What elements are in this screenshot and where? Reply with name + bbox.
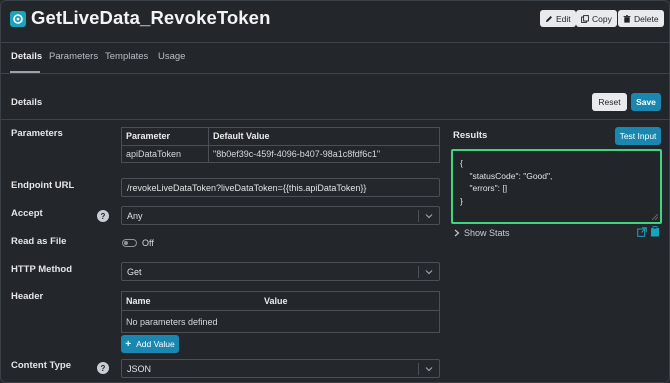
external-link-icon[interactable] — [637, 227, 647, 237]
clipboard-icon[interactable] — [650, 226, 660, 237]
page-title: GetLiveData_RevokeToken — [31, 7, 271, 28]
results-output[interactable]: { "statusCode": "Good", "errors": [] } — [451, 149, 662, 224]
api-icon — [10, 11, 26, 27]
read-as-file-toggle[interactable] — [122, 239, 137, 247]
delete-button-label: Delete — [634, 13, 659, 24]
result-line: "statusCode": "Good", — [460, 170, 553, 181]
table-divider — [122, 145, 439, 146]
select-divider — [418, 210, 419, 222]
show-stats-label: Show Stats — [464, 228, 510, 238]
value-column-header: Value — [264, 296, 288, 306]
chevron-right-icon — [454, 229, 460, 237]
parameters-table: Parameter Default Value apiDataToken "8b… — [121, 127, 440, 163]
http-method-select[interactable]: Get — [121, 262, 440, 281]
chevron-down-icon — [425, 367, 433, 372]
chevron-down-icon — [425, 270, 433, 275]
result-line: { — [460, 158, 463, 168]
select-divider — [418, 363, 419, 375]
empty-table-message: No parameters defined — [126, 317, 218, 327]
default-value-column-header: Default Value — [213, 131, 270, 141]
plus-icon: + — [125, 338, 132, 350]
http-method-label: HTTP Method — [11, 264, 73, 275]
save-button[interactable]: Save — [631, 93, 661, 111]
delete-button[interactable]: Delete — [618, 10, 664, 27]
content-type-label: Content Type — [11, 360, 71, 371]
trash-icon — [623, 14, 631, 23]
pencil-icon — [546, 15, 552, 22]
tab-details[interactable]: Details — [11, 51, 42, 62]
tab-usage[interactable]: Usage — [158, 51, 185, 62]
header-bar: GetLiveData_RevokeToken Edit Copy Delete — [1, 1, 669, 43]
content-type-select[interactable]: JSON — [121, 359, 440, 378]
select-divider — [418, 266, 419, 278]
add-value-label: Add Value — [136, 339, 175, 349]
table-column-divider — [208, 128, 209, 162]
copy-button[interactable]: Copy — [576, 10, 617, 27]
edit-button-label: Edit — [556, 13, 571, 24]
help-icon[interactable]: ? — [97, 210, 109, 222]
toggle-knob — [124, 241, 128, 245]
copy-button-label: Copy — [592, 13, 612, 24]
test-input-button[interactable]: Test Input — [615, 127, 661, 145]
details-title: Details — [11, 97, 43, 108]
parameters-label: Parameters — [11, 128, 63, 139]
accept-value: Any — [127, 210, 143, 221]
edit-button[interactable]: Edit — [540, 10, 576, 27]
table-divider — [122, 310, 439, 311]
add-value-button[interactable]: + Add Value — [121, 335, 179, 353]
parameter-name-cell[interactable]: apiDataToken — [126, 149, 181, 159]
read-as-file-label: Read as File — [11, 236, 67, 247]
reset-button[interactable]: Reset — [592, 93, 627, 111]
results-label: Results — [453, 130, 488, 141]
endpoint-url-input[interactable]: /revokeLiveDataToken?liveDataToken={{thi… — [121, 178, 440, 197]
parameter-column-header: Parameter — [126, 131, 171, 141]
endpoint-url-label: Endpoint URL — [11, 180, 75, 191]
tab-templates[interactable]: Templates — [105, 51, 148, 62]
tab-bar: Details Parameters Templates Usage — [1, 43, 669, 74]
help-icon[interactable]: ? — [97, 362, 109, 374]
header-table: Name Value No parameters defined — [121, 291, 440, 333]
http-method-value: Get — [127, 266, 142, 277]
chevron-down-icon — [425, 214, 433, 219]
result-line: } — [460, 195, 463, 206]
accept-select[interactable]: Any — [121, 206, 440, 225]
read-as-file-state: Off — [142, 238, 154, 248]
copy-icon — [581, 14, 589, 23]
parameter-default-cell[interactable]: "8b0ef39c-459f-4096-b407-98a1c8fdf6c1" — [213, 149, 380, 159]
details-section-header: Details Reset Save — [1, 75, 669, 120]
show-stats-toggle[interactable]: Show Stats — [454, 228, 510, 238]
accept-label: Accept — [11, 208, 43, 219]
resize-handle-icon[interactable] — [652, 214, 658, 220]
result-line: "errors": [] — [460, 183, 508, 193]
header-label: Header — [11, 291, 44, 302]
content-type-value: JSON — [127, 363, 152, 374]
tab-parameters[interactable]: Parameters — [49, 51, 98, 62]
active-tab-indicator — [10, 71, 40, 73]
app-window: GetLiveData_RevokeToken Edit Copy Delete… — [0, 0, 670, 383]
name-column-header: Name — [126, 296, 151, 306]
